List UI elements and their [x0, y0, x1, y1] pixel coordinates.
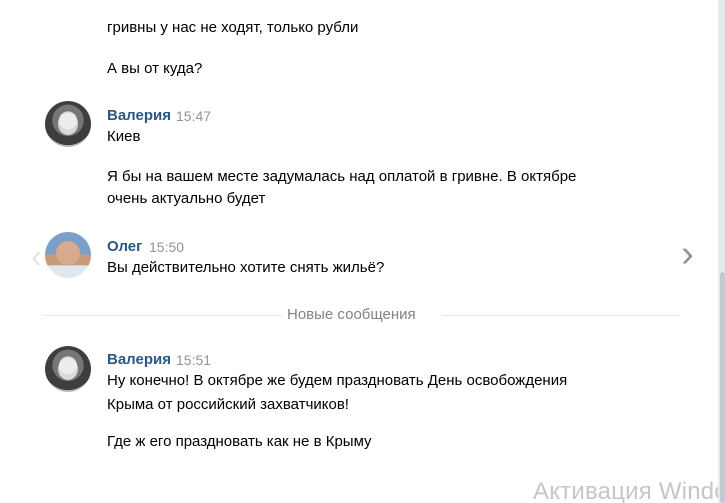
sender-name[interactable]: Валерия [107, 107, 171, 124]
new-messages-label: Новые сообщения [287, 306, 416, 323]
message-text: Ну конечно! В октябре же будем празднова… [107, 372, 568, 389]
message-text: Я бы на вашем месте задумалась над оплат… [107, 168, 577, 185]
sender-name[interactable]: Олег [107, 238, 142, 255]
scrollbar[interactable] [719, 0, 725, 503]
message-text: А вы от куда? [107, 60, 203, 77]
avatar[interactable] [45, 346, 91, 392]
message-text: Крыма от российский захватчиков! [107, 396, 349, 413]
message-time[interactable]: 15:47 [176, 108, 211, 124]
message-time[interactable]: 15:50 [149, 239, 184, 255]
avatar[interactable] [45, 101, 91, 147]
sender-name[interactable]: Валерия [107, 351, 171, 368]
activation-watermark: Активация Windo [533, 478, 718, 503]
chevron-right-icon[interactable]: › [675, 235, 700, 273]
message-text: Киев [107, 128, 141, 145]
chevron-left-icon[interactable]: ‹ [31, 235, 47, 277]
scrollbar-thumb[interactable] [720, 272, 725, 503]
message-text: Где ж его праздновать как не в Крыму [107, 433, 372, 450]
message-text: гривны у нас не ходят, только рубли [107, 19, 359, 36]
message-time[interactable]: 15:51 [176, 352, 211, 368]
message-text: очень актуально будет [107, 190, 266, 207]
avatar[interactable] [45, 232, 91, 278]
conversation-panel: гривны у нас не ходят, только рубли А вы… [0, 0, 718, 503]
message-text: Вы действительно хотите снять жильё? [107, 259, 385, 276]
